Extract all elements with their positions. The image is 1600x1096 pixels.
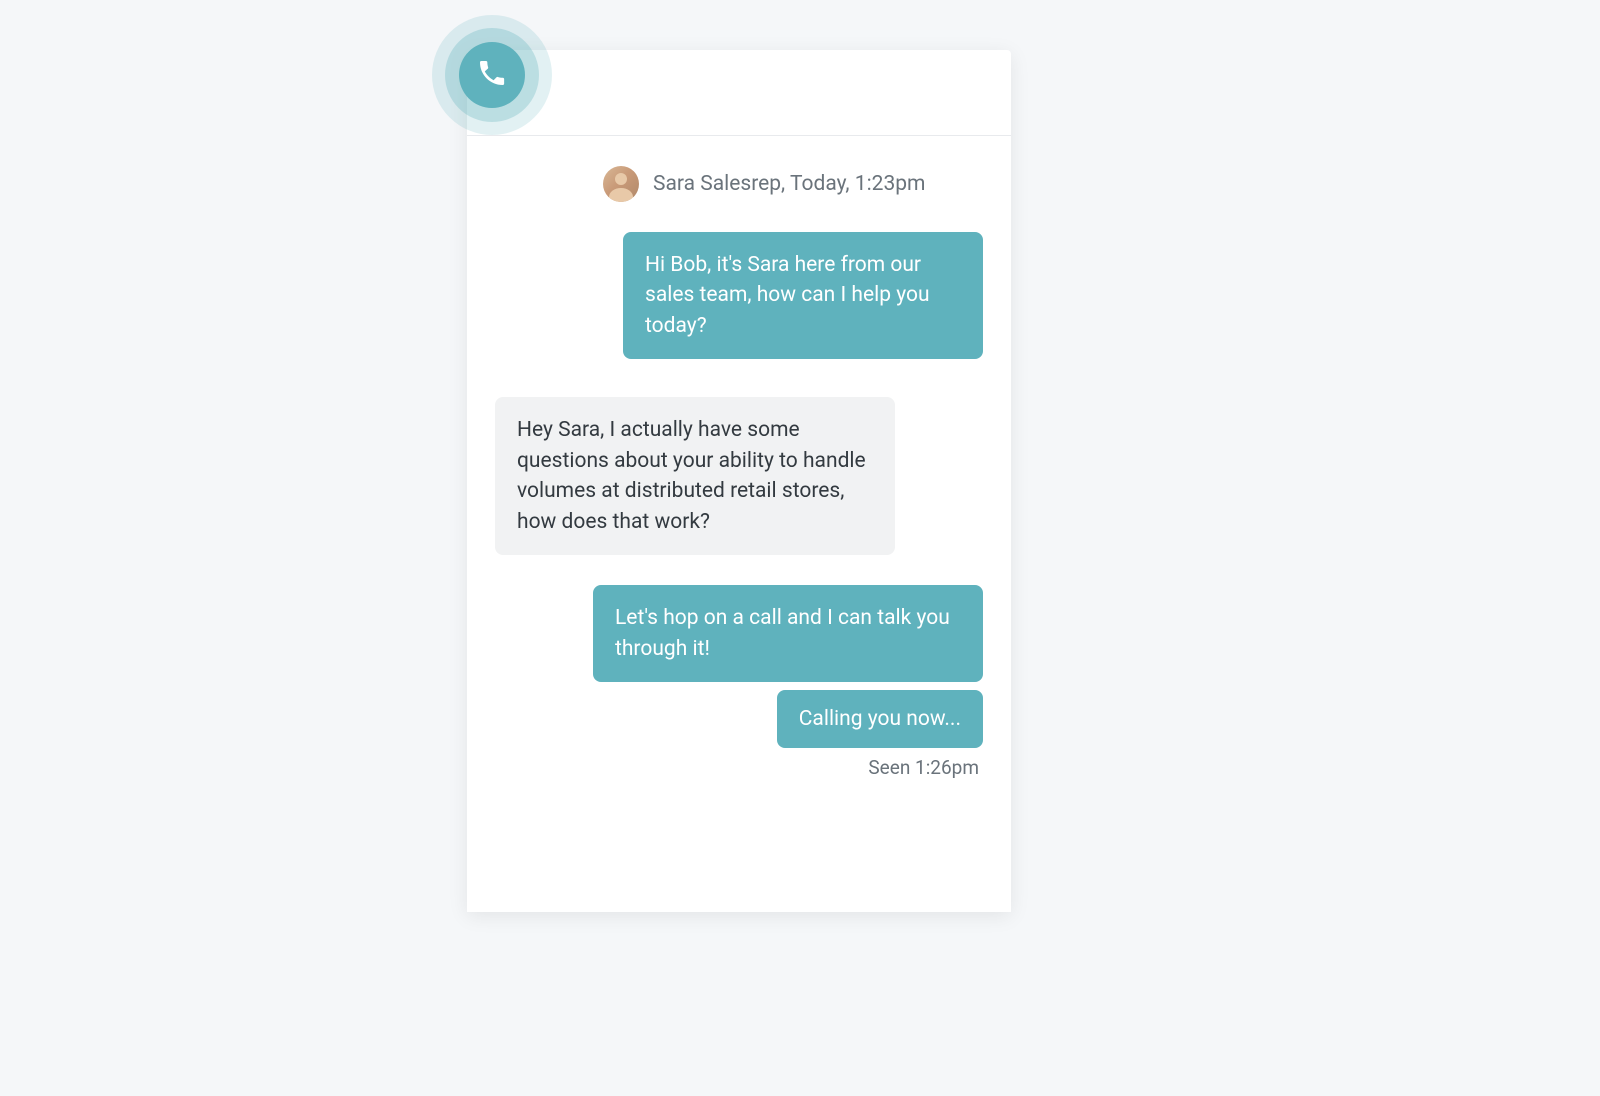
phone-icon [476,57,508,93]
message-bubble-sent: Calling you now... [777,690,983,748]
page-canvas: Sara Salesrep, Today, 1:23pm Hi Bob, it'… [0,0,1333,912]
chat-panel: Sara Salesrep, Today, 1:23pm Hi Bob, it'… [467,50,1011,912]
message-bubble-received: Hey Sara, I actually have some questions… [495,397,895,555]
chat-header [467,50,1011,136]
message-bubble-sent: Hi Bob, it's Sara here from our sales te… [623,232,983,359]
avatar [603,166,639,202]
seen-status: Seen 1:26pm [868,756,979,779]
sender-info: Sara Salesrep, Today, 1:23pm [603,166,983,202]
call-button[interactable] [432,15,552,135]
message-row: Let's hop on a call and I can talk you t… [495,585,983,682]
call-button-circle [459,42,525,108]
chat-body: Sara Salesrep, Today, 1:23pm Hi Bob, it'… [467,136,1011,799]
sender-label: Sara Salesrep, Today, 1:23pm [653,172,925,196]
message-row: Hi Bob, it's Sara here from our sales te… [495,232,983,359]
message-row: Hey Sara, I actually have some questions… [495,397,983,555]
message-row: Calling you now... [495,690,983,748]
seen-status-row: Seen 1:26pm [495,754,983,779]
message-bubble-sent: Let's hop on a call and I can talk you t… [593,585,983,682]
